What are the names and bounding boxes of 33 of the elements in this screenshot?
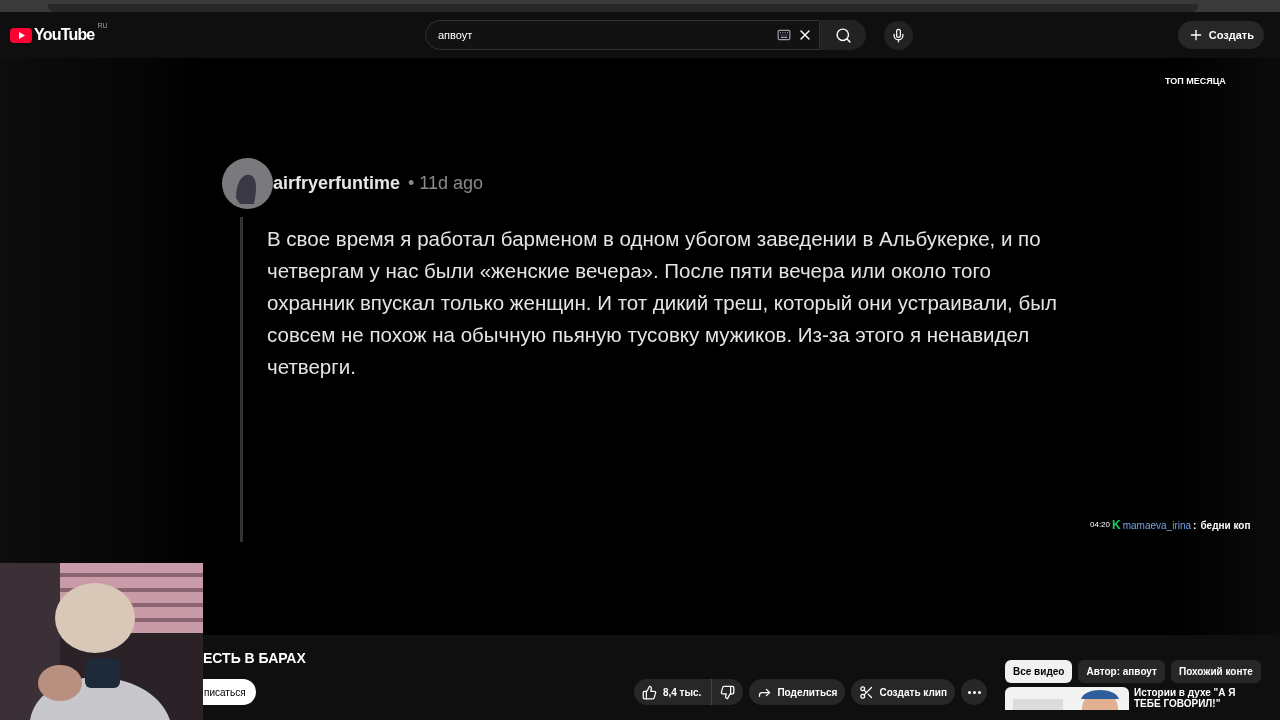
comment-age: • 11d ago — [408, 172, 484, 195]
chat-initial: K — [1112, 517, 1121, 534]
play-logo-icon[interactable] — [10, 27, 32, 43]
mic-button[interactable] — [884, 20, 913, 50]
search-button[interactable] — [820, 20, 866, 50]
chat-time: 04:20 — [1090, 519, 1111, 531]
comment-text: В свое время я работал барменом в одном убогом заведении в Альбукерке, и по четвергам у нас были «женские вечера». После пяти вечера или около того охранник впускал только женщин. И тот дикий треш, который они устраивали, был совсем не похож на обычную пьяную тусовку мужиков. Из-за этого я ненавидел четверги. — [267, 226, 1058, 380]
logo-text[interactable]: YouTube — [34, 23, 95, 47]
more-button[interactable] — [961, 679, 987, 705]
keyboard-icon[interactable] — [777, 28, 791, 42]
chat-username: mamaeva_irina — [1122, 518, 1192, 533]
video-frame[interactable] — [0, 58, 1280, 635]
filter-chip[interactable]: Все видео — [1005, 660, 1073, 683]
thumbs-down-icon — [720, 684, 736, 700]
microphone-icon — [891, 27, 906, 43]
chat-separator: : — [1193, 518, 1197, 533]
video-title[interactable]: Истории в духе "А Я ТЕБЕ ГОВОРИЛ!" — [1134, 687, 1264, 710]
video-title: ЕСТЬ В БАРАХ — [203, 649, 307, 668]
comment-author: airfryerfuntime — [273, 172, 401, 195]
clip-button[interactable]: Создать клип — [851, 679, 955, 705]
scissors-icon — [859, 684, 875, 700]
avatar — [222, 158, 273, 209]
subscribe-button[interactable]: писаться — [203, 679, 256, 705]
video-label: ТОП МЕСЯЦА — [1165, 75, 1226, 88]
filter-chip[interactable]: Похожий конте — [1170, 660, 1261, 683]
share-button[interactable]: Поделиться — [749, 679, 846, 705]
chat-message: бедни коп — [1200, 518, 1251, 533]
search-field[interactable]: апвоут — [425, 20, 820, 50]
create-button[interactable]: Создать — [1177, 21, 1264, 49]
filter-chip[interactable]: Автор: апвоут — [1078, 660, 1165, 683]
more-icon — [967, 690, 981, 694]
thumbs-up-icon — [641, 684, 657, 700]
search-icon — [834, 26, 852, 44]
